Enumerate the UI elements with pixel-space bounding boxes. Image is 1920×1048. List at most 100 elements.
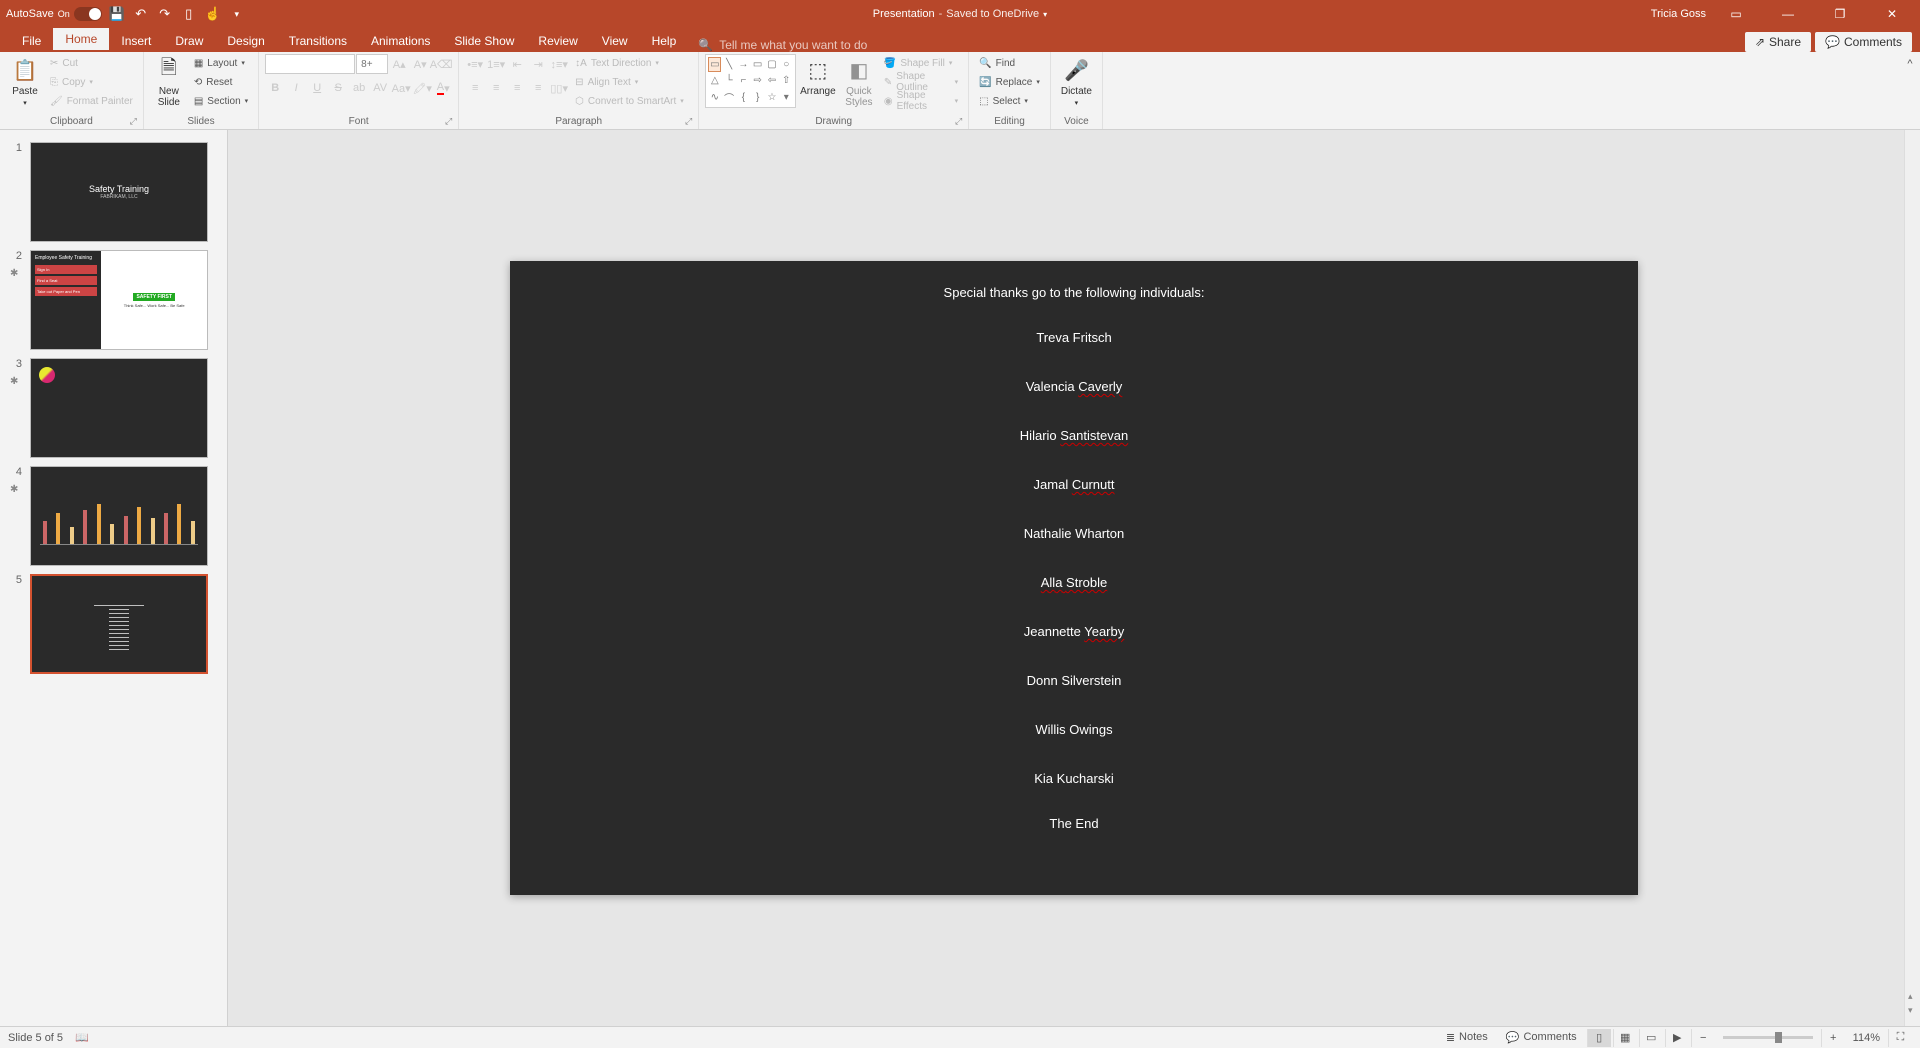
zoom-slider[interactable]	[1723, 1036, 1813, 1039]
fit-to-window-icon[interactable]: ⛶	[1888, 1029, 1912, 1047]
tab-slideshow[interactable]: Slide Show	[442, 30, 526, 52]
shape-roundrect-icon[interactable]: ▢	[765, 57, 778, 72]
tab-help[interactable]: Help	[640, 30, 689, 52]
new-slide-button[interactable]: 🗎 New Slide	[150, 54, 188, 110]
section-button[interactable]: ▤Section▾	[190, 92, 252, 110]
paste-button[interactable]: 📋 Paste ▾	[6, 54, 44, 109]
replace-button[interactable]: 🔄Replace▾	[975, 73, 1044, 91]
ribbon-display-options-icon[interactable]: ▭	[1714, 0, 1758, 28]
dictate-dropdown-icon[interactable]: ▾	[1075, 99, 1079, 107]
minimize-button[interactable]: —	[1766, 0, 1810, 28]
credit-name[interactable]: Jamal Curnutt	[1034, 477, 1115, 492]
undo-icon[interactable]: ↶	[132, 5, 150, 23]
font-size-input[interactable]	[356, 54, 388, 74]
slide-thumbnail-2[interactable]: Employee Safety Training Sign In Find a …	[30, 250, 208, 350]
tell-me-input[interactable]	[719, 38, 919, 52]
paragraph-launcher-icon[interactable]: ⤢	[685, 116, 692, 127]
zoom-level[interactable]: 114%	[1847, 1032, 1886, 1044]
autosave-toggle[interactable]: AutoSave On	[6, 7, 102, 21]
slide-heading[interactable]: Special thanks go to the following indiv…	[944, 285, 1205, 300]
comments-button[interactable]: 💬 Comments	[1815, 32, 1912, 52]
tab-file[interactable]: File	[10, 30, 53, 52]
slide-thumbnail-5[interactable]	[30, 574, 208, 674]
slide-thumbnails-panel[interactable]: 1 Safety Training FABRIKAM, LLC 2 ✱ Empl…	[0, 130, 228, 1026]
font-name-input[interactable]	[265, 54, 355, 74]
reading-view-icon[interactable]: ▭	[1639, 1029, 1663, 1047]
tab-draw[interactable]: Draw	[163, 30, 215, 52]
restore-button[interactable]: ❐	[1818, 0, 1862, 28]
shape-arrow3-icon[interactable]: ⇦	[765, 73, 778, 88]
sorter-view-icon[interactable]: ▦	[1613, 1029, 1637, 1047]
slide-canvas[interactable]: Special thanks go to the following indiv…	[510, 261, 1638, 895]
save-status[interactable]: Saved to OneDrive	[946, 8, 1039, 20]
shape-brace-l-icon[interactable]: {	[737, 90, 750, 105]
qat-customize-icon[interactable]: ▾	[228, 5, 246, 23]
drawing-launcher-icon[interactable]: ⤢	[955, 116, 962, 127]
credits-list[interactable]: Treva Fritsch Valencia Caverly Hilario San…	[1020, 330, 1128, 786]
select-button[interactable]: ⬚Select▾	[975, 92, 1044, 110]
credit-name[interactable]: Kia Kucharski	[1034, 771, 1113, 786]
credit-name[interactable]: Hilario Santistevan	[1020, 428, 1128, 443]
credit-name[interactable]: Jeannette Yearby	[1024, 624, 1124, 639]
zoom-out-icon[interactable]: −	[1691, 1029, 1715, 1047]
tab-view[interactable]: View	[590, 30, 640, 52]
shape-triangle-icon[interactable]: △	[708, 73, 721, 88]
shape-arrow4-icon[interactable]: ⇧	[780, 73, 793, 88]
credit-name[interactable]: Nathalie Wharton	[1024, 526, 1124, 541]
slide-indicator[interactable]: Slide 5 of 5	[8, 1032, 63, 1044]
shape-l-icon[interactable]: ⌐	[737, 73, 750, 88]
arrange-button[interactable]: ⬚ Arrange	[798, 54, 838, 99]
shape-arrow2-icon[interactable]: ⇨	[751, 73, 764, 88]
shape-elbow-icon[interactable]: └	[722, 73, 735, 88]
comments-button[interactable]: 💬Comments	[1498, 1031, 1585, 1044]
shape-star-icon[interactable]: ☆	[765, 90, 778, 105]
tab-transitions[interactable]: Transitions	[277, 30, 359, 52]
redo-icon[interactable]: ↷	[156, 5, 174, 23]
credit-name[interactable]: Alla Stroble	[1041, 575, 1108, 590]
tab-animations[interactable]: Animations	[359, 30, 442, 52]
save-icon[interactable]: 💾	[108, 5, 126, 23]
tab-insert[interactable]: Insert	[109, 30, 163, 52]
user-name[interactable]: Tricia Goss	[1651, 8, 1706, 20]
tab-home[interactable]: Home	[53, 28, 109, 52]
prev-slide-icon[interactable]: ▴	[1908, 991, 1913, 1002]
slide-thumbnail-3[interactable]	[30, 358, 208, 458]
tell-me-search[interactable]: 🔍	[688, 38, 929, 52]
shape-line-icon[interactable]: ╲	[722, 57, 735, 72]
shape-textbox-icon[interactable]: ▭	[708, 57, 721, 72]
credit-name[interactable]: Treva Fritsch	[1036, 330, 1111, 345]
credit-name[interactable]: Willis Owings	[1035, 722, 1112, 737]
credit-name[interactable]: Valencia Caverly	[1026, 379, 1123, 394]
shape-freeform-icon[interactable]: ⌒	[722, 90, 735, 105]
shape-curve-icon[interactable]: ∿	[708, 90, 721, 105]
clipboard-launcher-icon[interactable]: ⤢	[130, 116, 137, 127]
start-from-beginning-icon[interactable]: ▯	[180, 5, 198, 23]
slide-thumbnail-1[interactable]: Safety Training FABRIKAM, LLC	[30, 142, 208, 242]
shape-rect-icon[interactable]: ▭	[751, 57, 764, 72]
find-button[interactable]: 🔍Find	[975, 54, 1044, 72]
quick-styles-button[interactable]: ◧ Quick Styles	[840, 54, 878, 110]
shape-more-icon[interactable]: ▾	[780, 90, 793, 105]
paste-dropdown-icon[interactable]: ▾	[23, 99, 27, 107]
shape-oval-icon[interactable]: ○	[780, 57, 793, 72]
reset-button[interactable]: ⟲Reset	[190, 73, 252, 91]
slide-editor[interactable]: Special thanks go to the following indiv…	[228, 130, 1920, 1026]
shape-arrow-icon[interactable]: →	[737, 57, 750, 72]
zoom-in-icon[interactable]: +	[1821, 1029, 1845, 1047]
font-launcher-icon[interactable]: ⤢	[445, 116, 452, 127]
next-slide-icon[interactable]: ▾	[1908, 1005, 1913, 1016]
touch-mode-icon[interactable]: ☝	[204, 5, 222, 23]
autosave-switch[interactable]	[74, 7, 102, 21]
tab-design[interactable]: Design	[215, 30, 276, 52]
collapse-ribbon-icon[interactable]: ^	[1900, 54, 1920, 74]
slideshow-view-icon[interactable]: ▶	[1665, 1029, 1689, 1047]
save-status-dropdown-icon[interactable]: ▾	[1043, 10, 1047, 19]
spell-check-icon[interactable]: 📖	[75, 1031, 89, 1044]
notes-button[interactable]: ≣Notes	[1438, 1031, 1496, 1044]
tab-review[interactable]: Review	[526, 30, 589, 52]
dictate-button[interactable]: 🎤 Dictate ▾	[1057, 54, 1096, 109]
shapes-gallery[interactable]: ▭ ╲ → ▭ ▢ ○ △ └ ⌐ ⇨ ⇦ ⇧ ∿ ⌒ { } ☆ ▾	[705, 54, 796, 108]
vertical-scrollbar[interactable]: ▴ ▾	[1904, 130, 1920, 1026]
close-button[interactable]: ✕	[1870, 0, 1914, 28]
slide-thumbnail-4[interactable]	[30, 466, 208, 566]
